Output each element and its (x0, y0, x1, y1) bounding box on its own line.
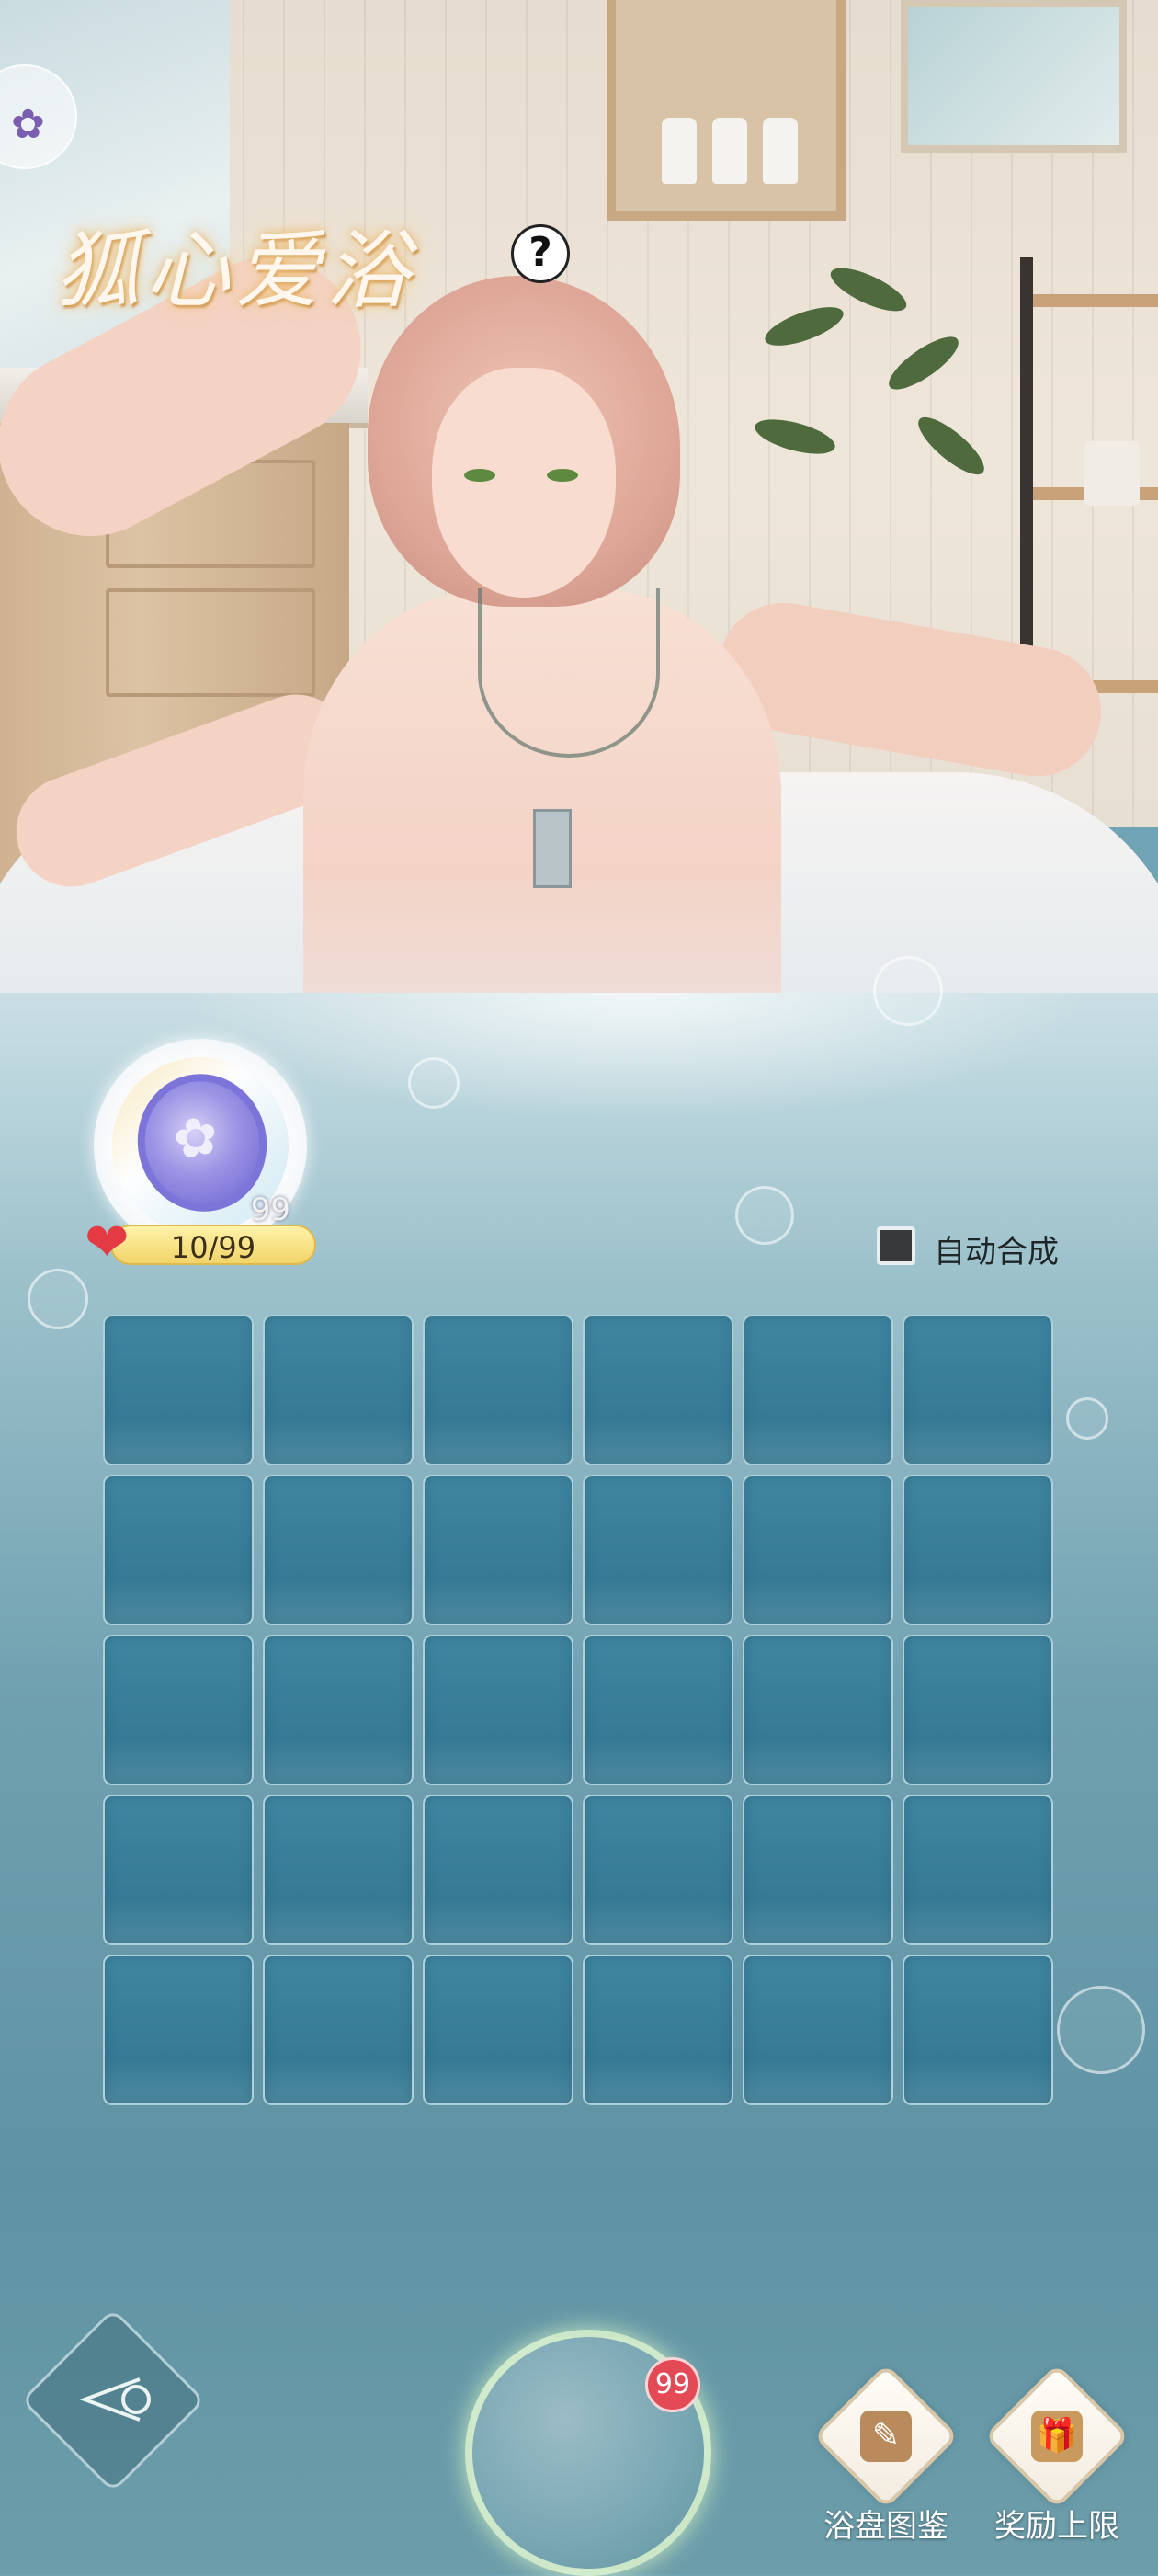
character-face (432, 368, 616, 598)
board-cell[interactable] (423, 1315, 573, 1465)
heart-icon: ❤ (85, 1211, 130, 1273)
board-cell[interactable] (903, 1315, 1053, 1465)
character-eye (464, 469, 495, 482)
board-cell[interactable] (583, 1955, 733, 2105)
bubble (1057, 1986, 1145, 2074)
back-arrow-icon (79, 2377, 151, 2422)
gift-icon: 🎁 (1031, 2411, 1083, 2462)
board-cell[interactable] (903, 1955, 1053, 2105)
board-cell[interactable] (743, 1635, 893, 1785)
reward-limit-label[interactable]: 奖励上限 (994, 2501, 1119, 2546)
help-button[interactable]: ? (511, 224, 570, 283)
affection-value: 10/99 (170, 1230, 256, 1265)
bubble (735, 1186, 794, 1245)
pendant (533, 809, 572, 888)
board-cell[interactable] (743, 1315, 893, 1465)
board-cell[interactable] (263, 1795, 414, 1945)
board-cell[interactable] (103, 1315, 254, 1465)
board-cell[interactable] (423, 1635, 573, 1785)
board-cell[interactable] (263, 1475, 414, 1625)
board-cell[interactable] (583, 1475, 733, 1625)
board-cell[interactable] (103, 1955, 254, 2105)
board-cell[interactable] (743, 1475, 893, 1625)
token-count: 99 (250, 1191, 290, 1228)
board-cell[interactable] (743, 1955, 893, 2105)
board-cell[interactable] (103, 1635, 254, 1785)
board-cell[interactable] (263, 1315, 414, 1465)
board-cell[interactable] (423, 1955, 573, 2105)
board-cell[interactable] (743, 1795, 893, 1945)
bubble (28, 1269, 88, 1329)
board-cell[interactable] (903, 1635, 1053, 1785)
bubble (408, 1057, 460, 1109)
board-cell[interactable] (103, 1795, 254, 1945)
catalog-label[interactable]: 浴盘图鉴 (823, 2501, 948, 2546)
board-cell[interactable] (263, 1635, 414, 1785)
auto-merge-label[interactable]: 自动合成 (934, 1226, 1059, 1271)
board-cell[interactable] (903, 1795, 1053, 1945)
bubble-count-badge: 99 (645, 2357, 700, 2412)
bubble (1066, 1397, 1108, 1440)
fox-book-icon: ✎ (860, 2411, 912, 2462)
merge-board (103, 1315, 1053, 2105)
bath-scene (0, 0, 1158, 2574)
event-title: 狐心爱浴 (55, 222, 416, 320)
board-cell[interactable] (903, 1475, 1053, 1625)
bubble (873, 956, 943, 1026)
board-cell[interactable] (263, 1955, 414, 2105)
flower-icon: ✿ (11, 101, 45, 148)
board-cell[interactable] (103, 1475, 254, 1625)
affection-bar: 10/99 (110, 1225, 316, 1265)
board-cell[interactable] (583, 1635, 733, 1785)
board-cell[interactable] (583, 1795, 733, 1945)
board-cell[interactable] (423, 1795, 573, 1945)
necklace (478, 588, 660, 758)
auto-merge-checkbox[interactable] (877, 1226, 915, 1265)
character-eye (547, 469, 578, 482)
board-cell[interactable] (423, 1475, 573, 1625)
board-cell[interactable] (583, 1315, 733, 1465)
